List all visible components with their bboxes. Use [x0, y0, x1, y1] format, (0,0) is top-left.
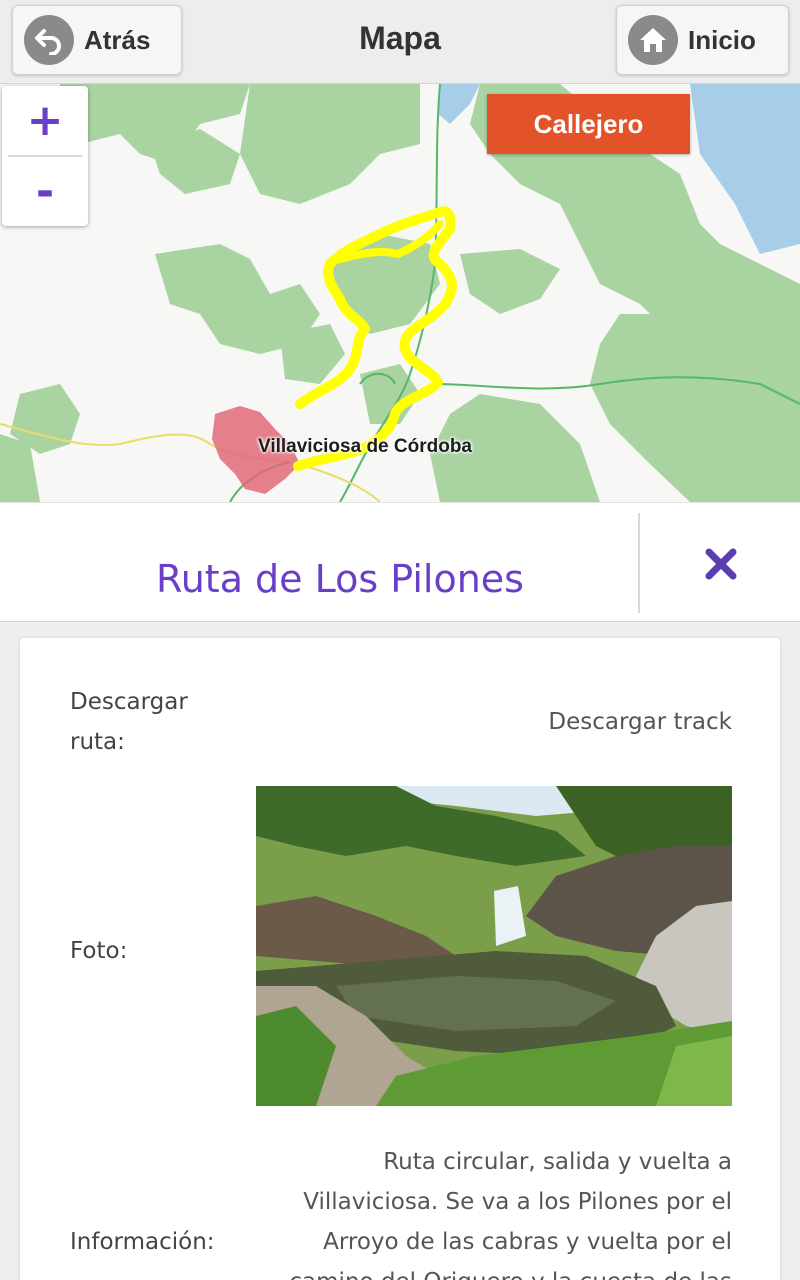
photo-label: Foto:: [70, 938, 128, 964]
close-icon[interactable]: [700, 543, 742, 585]
download-track-link[interactable]: Descargar track: [432, 702, 732, 742]
town-label: Villaviciosa de Córdoba: [258, 436, 473, 457]
zoom-in-button[interactable]: +: [2, 86, 88, 155]
info-text: Ruta circular, salida y vuelta a Villavi…: [289, 1149, 732, 1280]
home-button[interactable]: Inicio: [616, 5, 789, 75]
back-arrow-icon: [24, 15, 74, 65]
callejero-button[interactable]: Callejero: [487, 94, 690, 154]
back-button[interactable]: Atrás: [12, 5, 182, 75]
top-bar: Atrás Mapa Inicio: [0, 0, 800, 84]
info-label: Información:: [70, 1229, 215, 1255]
home-button-label: Inicio: [688, 24, 756, 55]
page-title: Mapa: [359, 20, 441, 56]
route-details-card: Descargar ruta: Descargar track Foto: In…: [20, 638, 780, 1280]
route-photo: [256, 786, 732, 1106]
title-divider: [638, 513, 640, 613]
back-button-label: Atrás: [84, 24, 151, 55]
route-map[interactable]: + - Callejero Villaviciosa de Córdoba: [0, 84, 800, 502]
home-icon: [628, 15, 678, 65]
route-title: Ruta de Los Pilones: [156, 557, 524, 601]
zoom-out-button[interactable]: -: [2, 157, 88, 226]
download-route-label: Descargar ruta:: [70, 689, 188, 755]
zoom-control: + -: [2, 86, 88, 226]
route-title-panel: Ruta de Los Pilones: [0, 502, 800, 622]
